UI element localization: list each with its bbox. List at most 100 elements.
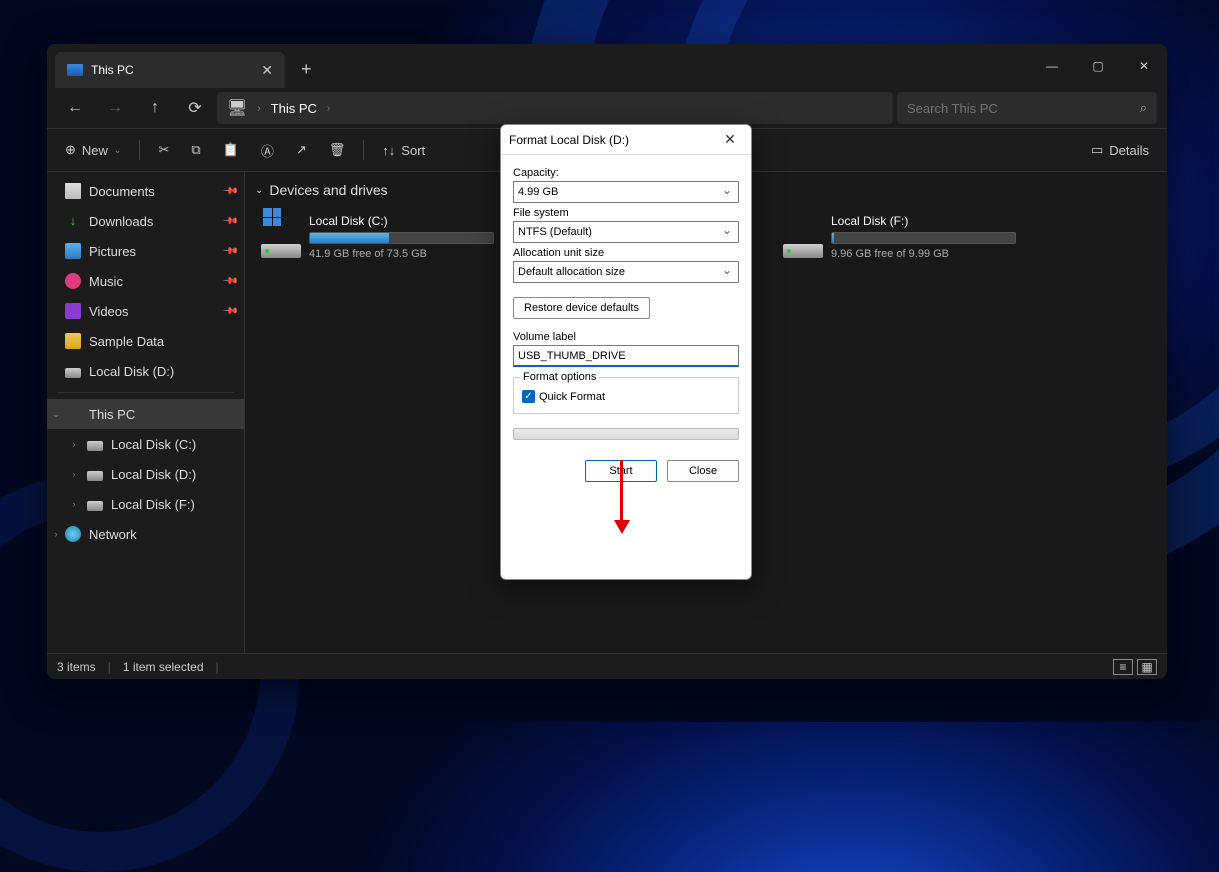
sidebar-item-label: Videos	[89, 304, 129, 319]
sidebar-tree-local-disk-d[interactable]: ›Local Disk (D:)	[47, 459, 244, 489]
chevron-down-icon[interactable]: ⌄	[51, 409, 61, 420]
address-text: This PC	[271, 101, 317, 116]
chevron-right-icon[interactable]: ›	[51, 529, 61, 539]
format-dialog: Format Local Disk (D:) ✕ Capacity: 4.99 …	[500, 124, 752, 580]
forward-button[interactable]: →	[97, 92, 133, 124]
restore-defaults-button[interactable]: Restore device defaults	[513, 297, 650, 319]
details-view-button[interactable]: ≡	[1113, 659, 1133, 675]
sort-icon: ↑↓	[382, 143, 395, 158]
pin-icon: 📌	[221, 273, 238, 290]
delete-button[interactable]: 🗑	[321, 134, 354, 166]
chevron-right-icon[interactable]: ›	[69, 469, 79, 479]
drive-free-text: 9.96 GB free of 9.99 GB	[831, 248, 1016, 260]
window-controls: — ▢ ✕	[1029, 50, 1167, 82]
plus-icon: ⊕	[65, 142, 76, 158]
details-button[interactable]: ▭ Details	[1083, 134, 1157, 166]
network-icon	[65, 526, 81, 542]
drive-name: Local Disk (F:)	[831, 214, 1016, 228]
share-button[interactable]: ↗	[288, 134, 315, 166]
sidebar-item-label: Local Disk (F:)	[111, 497, 195, 512]
sidebar-item-pictures[interactable]: Pictures 📌	[47, 236, 244, 266]
separator	[363, 140, 364, 160]
pin-icon: 📌	[221, 303, 238, 320]
address-bar[interactable]: 🖥 › This PC ›	[217, 92, 893, 124]
drive-item-c[interactable]: Local Disk (C:) 41.9 GB free of 73.5 GB	[255, 208, 500, 266]
drive-icon	[783, 214, 823, 260]
this-pc-icon	[67, 64, 83, 76]
separator: |	[216, 660, 219, 674]
start-button[interactable]: Start	[585, 460, 657, 482]
chevron-right-icon[interactable]: ›	[69, 499, 79, 509]
volume-label-input-wrap[interactable]	[513, 345, 739, 367]
drive-icon	[65, 368, 81, 378]
up-button[interactable]: ↑	[137, 92, 173, 124]
new-label: New	[82, 143, 108, 158]
minimize-button[interactable]: —	[1029, 50, 1075, 82]
sidebar-item-label: Sample Data	[89, 334, 164, 349]
selection-count: 1 item selected	[123, 660, 204, 674]
separator	[139, 140, 140, 160]
quick-format-label: Quick Format	[539, 391, 605, 403]
sidebar-item-label: This PC	[89, 407, 135, 422]
sidebar-item-music[interactable]: Music📌	[47, 266, 244, 296]
quick-format-checkbox[interactable]: ✓	[522, 390, 535, 403]
sidebar-item-label: Pictures	[89, 244, 136, 259]
dialog-close-button[interactable]: ✕	[717, 129, 743, 151]
capacity-select[interactable]: 4.99 GB	[513, 181, 739, 203]
dialog-title: Format Local Disk (D:)	[509, 133, 717, 147]
paste-button[interactable]: 📋	[215, 134, 247, 166]
drive-item-f[interactable]: Local Disk (F:) 9.96 GB free of 9.99 GB	[777, 208, 1022, 266]
pin-icon: 📌	[221, 243, 238, 260]
address-icon: 🖥	[227, 98, 247, 118]
drive-icon	[87, 471, 103, 481]
allocation-select[interactable]: Default allocation size	[513, 261, 739, 283]
tiles-view-button[interactable]: ▦	[1137, 659, 1157, 675]
search-input[interactable]	[907, 101, 1140, 116]
chevron-right-icon: ›	[257, 103, 260, 114]
sidebar-tree-local-disk-c[interactable]: ›Local Disk (C:)	[47, 429, 244, 459]
close-button[interactable]: Close	[667, 460, 739, 482]
drive-icon	[261, 214, 301, 260]
navbar: ← → ↑ ⟳ 🖥 › This PC › ⌕	[47, 88, 1167, 128]
separator: |	[108, 660, 111, 674]
sidebar-item-videos[interactable]: Videos 📌	[47, 296, 244, 326]
sidebar: Documents📌 ↓Downloads📌 Pictures📌 Music📌 …	[47, 172, 245, 653]
sidebar-item-downloads[interactable]: ↓Downloads📌	[47, 206, 244, 236]
sidebar-item-label: Network	[89, 527, 137, 542]
this-pc-icon	[65, 406, 81, 422]
cut-button[interactable]: ✂	[150, 134, 177, 166]
sidebar-item-sample-data[interactable]: Sample Data	[47, 326, 244, 356]
volume-label-input[interactable]	[518, 350, 734, 362]
maximize-button[interactable]: ▢	[1075, 50, 1121, 82]
chevron-down-icon: ⌄	[114, 145, 122, 156]
format-options-group: Format options ✓ Quick Format	[513, 377, 739, 414]
sidebar-item-label: Downloads	[89, 214, 153, 229]
status-bar: 3 items | 1 item selected | ≡ ▦	[47, 653, 1167, 679]
sidebar-item-this-pc[interactable]: ⌄ This PC	[47, 399, 244, 429]
sidebar-item-documents[interactable]: Documents📌	[47, 176, 244, 206]
search-box[interactable]: ⌕	[897, 92, 1157, 124]
tab-close-icon[interactable]: ✕	[261, 62, 273, 79]
refresh-button[interactable]: ⟳	[177, 92, 213, 124]
sidebar-tree-local-disk-f[interactable]: › Local Disk (F:)	[47, 489, 244, 519]
filesystem-label: File system	[513, 207, 739, 219]
chevron-right-icon[interactable]: ›	[69, 439, 79, 449]
rename-button[interactable]: Ⓐ	[253, 134, 282, 166]
pin-icon: 📌	[221, 183, 238, 200]
sidebar-item-local-disk-d[interactable]: Local Disk (D:)	[47, 356, 244, 386]
new-tab-button[interactable]: +	[301, 59, 312, 80]
back-button[interactable]: ←	[57, 92, 93, 124]
tab-this-pc[interactable]: This PC ✕	[55, 52, 285, 88]
close-window-button[interactable]: ✕	[1121, 50, 1167, 82]
item-count: 3 items	[57, 660, 96, 674]
sidebar-item-network[interactable]: › Network	[47, 519, 244, 549]
allocation-value: Default allocation size	[518, 266, 625, 278]
pin-icon: 📌	[221, 213, 238, 230]
copy-button[interactable]: ⧉	[183, 134, 208, 166]
quick-format-row[interactable]: ✓ Quick Format	[522, 390, 730, 403]
sidebar-item-label: Local Disk (D:)	[89, 364, 174, 379]
filesystem-select[interactable]: NTFS (Default)	[513, 221, 739, 243]
sort-button[interactable]: ↑↓ Sort	[374, 134, 433, 166]
new-button[interactable]: ⊕ New ⌄	[57, 134, 129, 166]
divider	[57, 392, 234, 393]
